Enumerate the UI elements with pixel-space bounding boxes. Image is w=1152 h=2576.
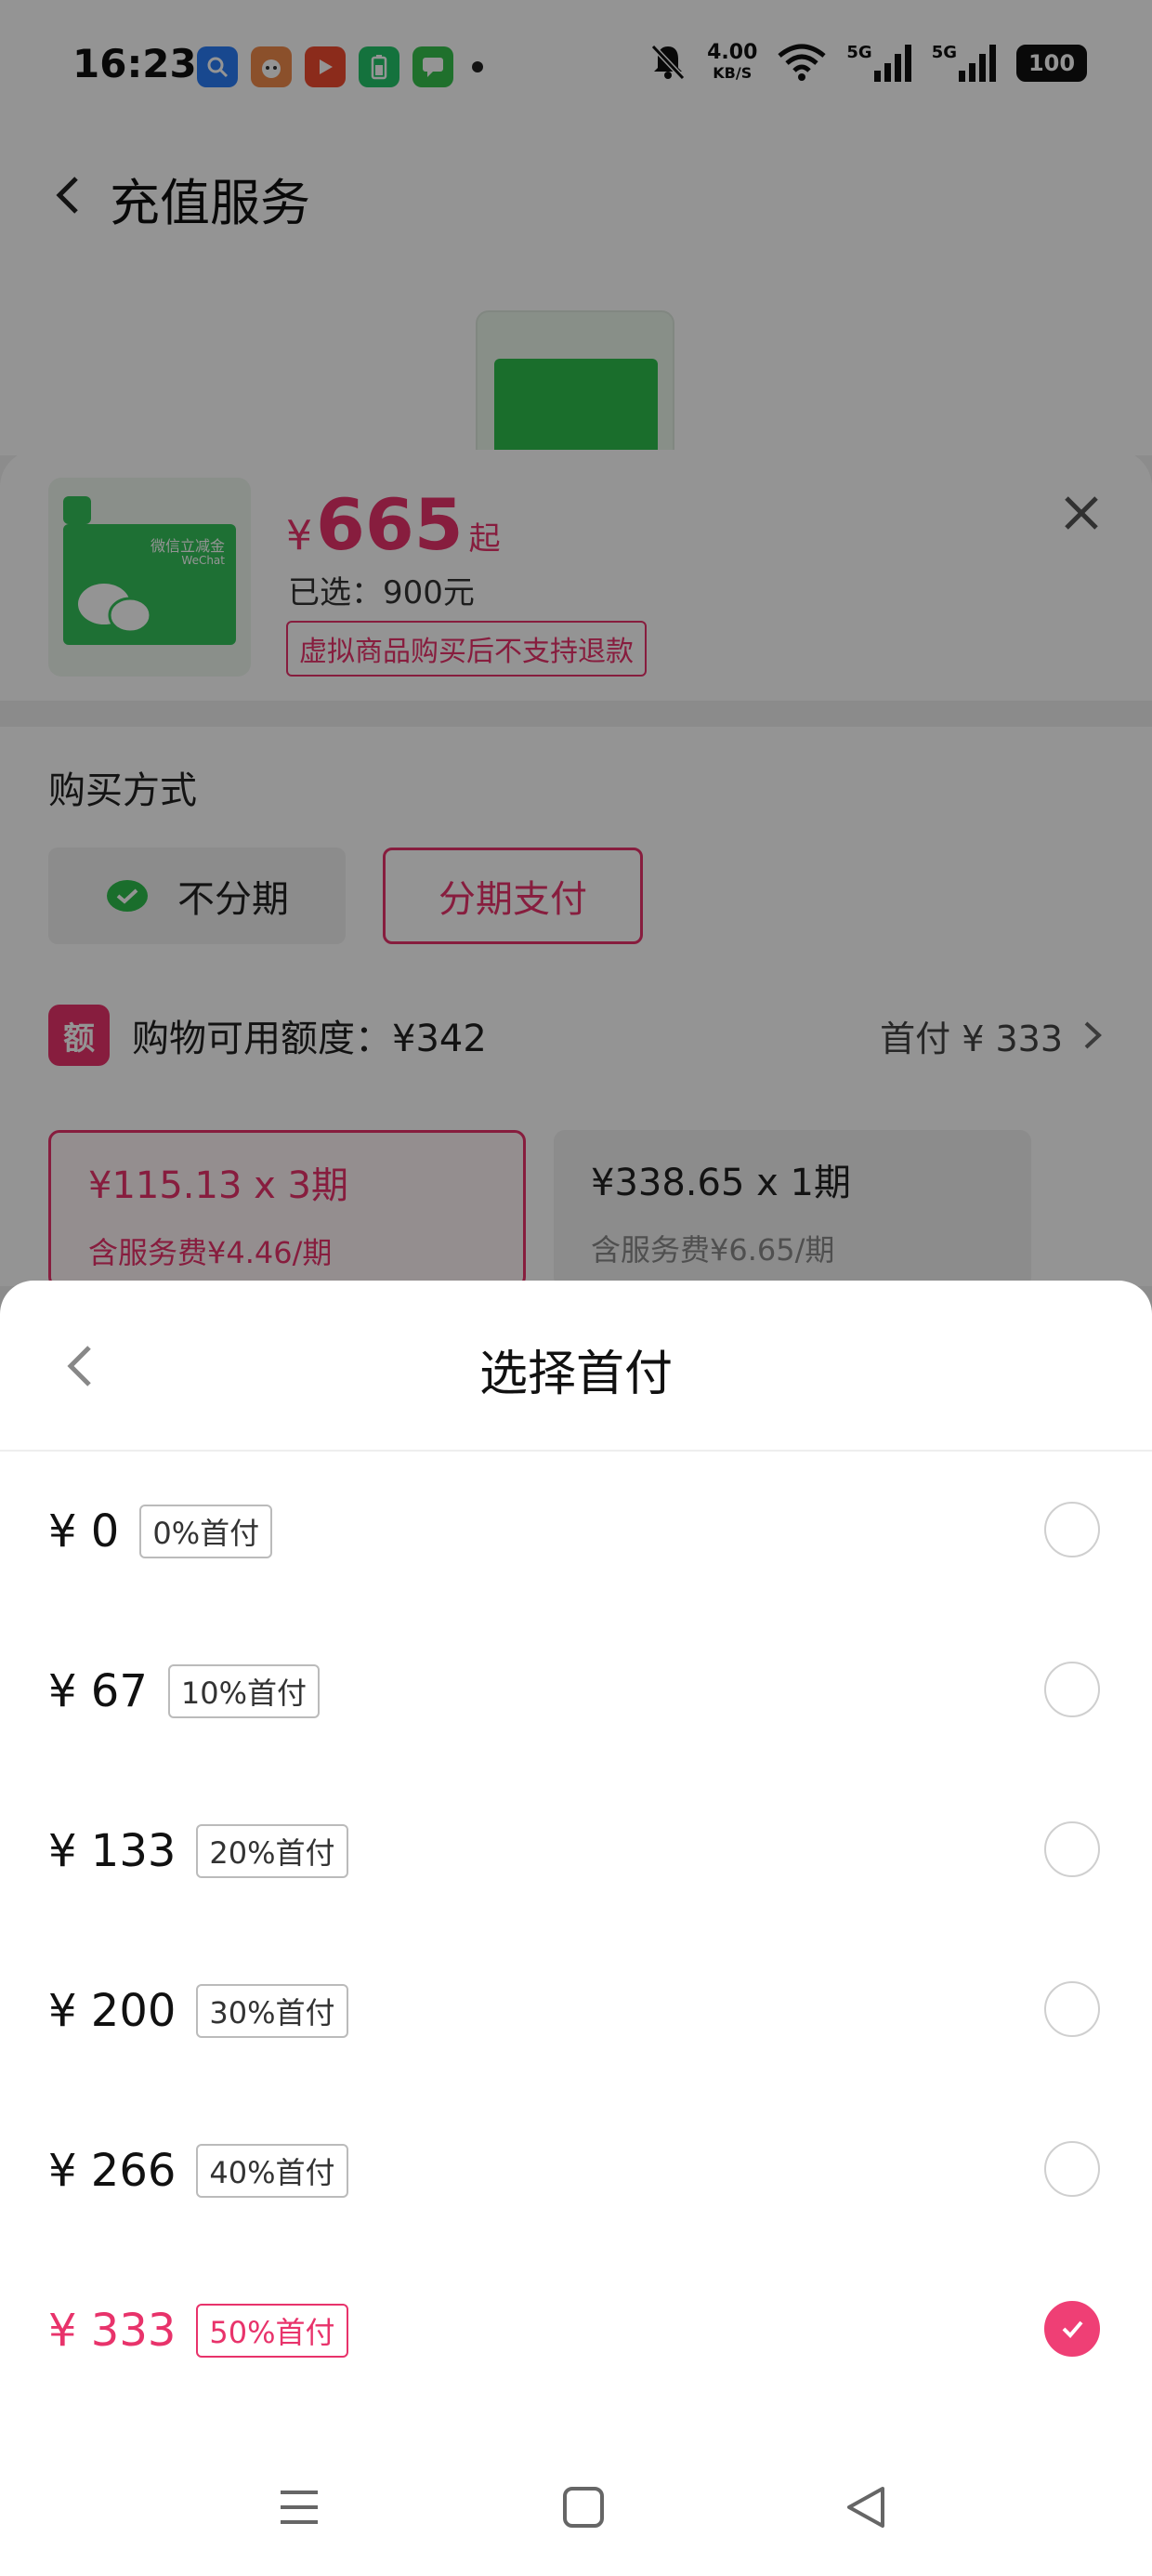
option-percent-tag: 10%首付	[167, 1664, 321, 1718]
radio-icon[interactable]	[1044, 1981, 1100, 2037]
option-amount: ¥ 0	[48, 1505, 120, 1557]
option-amount: ¥ 200	[48, 1985, 177, 2037]
option-amount: ¥ 67	[48, 1665, 148, 1717]
down-payment-option[interactable]: ¥ 266 40%首付	[0, 2091, 1152, 2251]
modal-header: 选择首付	[0, 1281, 1152, 1452]
option-percent-tag: 50%首付	[196, 2304, 348, 2358]
down-payment-option[interactable]: ¥ 0 0%首付	[0, 1452, 1152, 1611]
down-payment-option[interactable]: ¥ 200 30%首付	[0, 1931, 1152, 2091]
modal-title: 选择首付	[478, 1347, 673, 1402]
option-percent-tag: 30%首付	[196, 1984, 348, 2038]
radio-icon[interactable]	[1044, 1502, 1100, 1557]
option-percent-tag: 40%首付	[196, 2144, 348, 2198]
down-payment-option-selected[interactable]: ¥ 333 50%首付	[0, 2251, 1152, 2411]
back-triangle-icon[interactable]	[840, 2479, 896, 2535]
radio-icon[interactable]	[1044, 1821, 1100, 1877]
option-amount: ¥ 133	[48, 1825, 177, 1877]
option-percent-tag: 20%首付	[196, 1824, 348, 1878]
radio-checked-icon[interactable]	[1044, 2301, 1100, 2357]
down-payment-option[interactable]: ¥ 133 20%首付	[0, 1771, 1152, 1931]
menu-icon[interactable]	[271, 2479, 327, 2535]
system-nav-bar	[0, 2435, 1152, 2576]
home-icon[interactable]	[556, 2479, 611, 2535]
radio-icon[interactable]	[1044, 1662, 1100, 1717]
option-amount: ¥ 266	[48, 2145, 177, 2197]
option-amount: ¥ 333	[48, 2305, 177, 2357]
down-payment-option[interactable]: ¥ 67 10%首付	[0, 1611, 1152, 1771]
radio-icon[interactable]	[1044, 2141, 1100, 2197]
option-percent-tag: 0%首付	[139, 1505, 273, 1558]
down-payment-modal: 选择首付 ¥ 0 0%首付 ¥ 67 10%首付 ¥ 133 20%首付 ¥ 2…	[0, 1281, 1152, 2576]
